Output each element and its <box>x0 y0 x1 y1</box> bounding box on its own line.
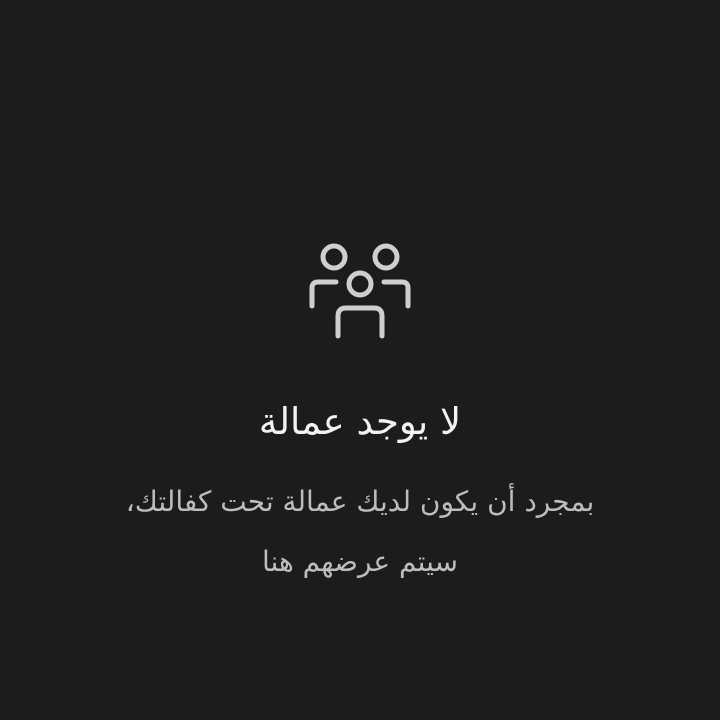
empty-state-message-line1: بمجرد أن يكون لديك عمالة تحت كفالتك، <box>125 485 595 518</box>
empty-state-title: لا يوجد عمالة <box>258 400 462 443</box>
empty-state: لا يوجد عمالة بمجرد أن يكون لديك عمالة ت… <box>0 0 720 720</box>
people-group-icon <box>309 243 411 339</box>
empty-state-message-line2: سيتم عرضهم هنا <box>261 545 458 578</box>
empty-state-message: بمجرد أن يكون لديك عمالة تحت كفالتك، سيت… <box>60 472 660 592</box>
